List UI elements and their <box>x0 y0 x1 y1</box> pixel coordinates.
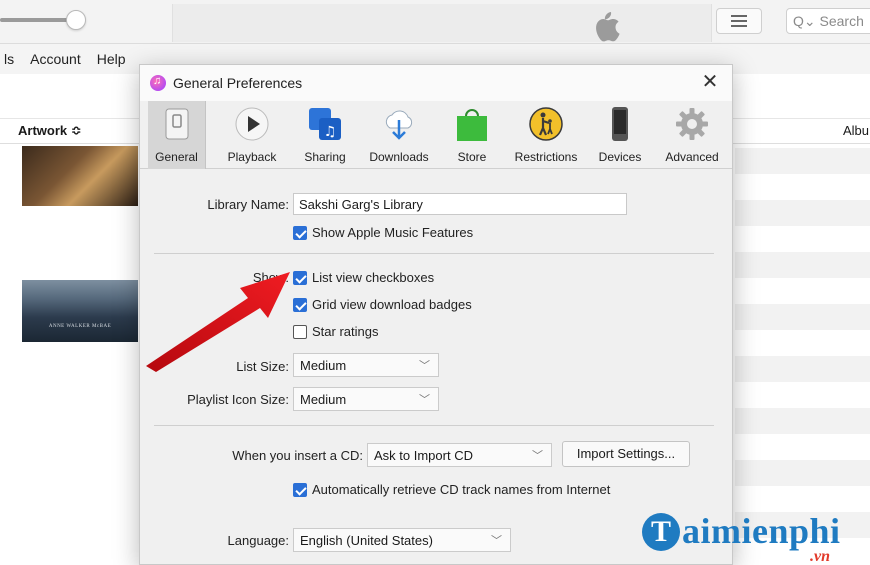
tab-downloads-label: Downloads <box>369 150 429 164</box>
checkbox-checked-icon <box>293 482 307 497</box>
close-button[interactable]: ✕ <box>698 71 722 95</box>
insert-cd-label: When you insert a CD: <box>232 448 363 463</box>
chevron-down-icon: ﹀ <box>419 394 430 406</box>
library-name-field[interactable]: Sakshi Garg's Library <box>293 193 627 215</box>
store-bag-icon <box>457 109 487 141</box>
search-icon: Q⌄ <box>793 13 820 29</box>
insert-cd-select[interactable]: Ask to Import CD ﹀ <box>367 443 552 467</box>
tab-devices[interactable]: Devices <box>594 101 646 169</box>
star-ratings-checkbox[interactable]: Star ratings <box>293 324 378 339</box>
sharing-music-icon: ♫ <box>309 108 341 140</box>
checkbox-checked-icon <box>293 225 307 240</box>
preferences-tab-bar: General Playback ♫ Sharing Downloads Sto… <box>140 101 732 169</box>
separator <box>154 253 714 254</box>
star-ratings-label: Star ratings <box>312 324 379 339</box>
chevron-down-icon: ﹀ <box>419 360 430 372</box>
tab-devices-label: Devices <box>598 150 642 164</box>
show-apple-music-label: Show Apple Music Features <box>312 225 474 240</box>
apple-logo-icon <box>596 11 620 42</box>
insert-cd-value: Ask to Import CD <box>374 448 473 463</box>
playlist-icon-size-value: Medium <box>300 392 347 407</box>
itunes-toolbar: Q⌄ Search <box>0 0 870 44</box>
column-album[interactable]: Albu <box>843 123 869 138</box>
chevron-down-icon: ﹀ <box>532 450 543 462</box>
library-name-label: Library Name: <box>207 197 289 212</box>
dialog-titlebar: General Preferences ✕ <box>140 65 732 101</box>
auto-retrieve-cd-names-checkbox[interactable]: Automatically retrieve CD track names fr… <box>293 482 610 497</box>
list-size-value: Medium <box>300 358 347 373</box>
list-icon <box>731 15 747 27</box>
language-select[interactable]: English (United States) ﹀ <box>293 528 511 552</box>
tab-advanced-label: Advanced <box>665 150 719 164</box>
menu-help[interactable]: Help <box>89 46 134 74</box>
tab-sharing-label: Sharing <box>304 150 346 164</box>
list-row <box>735 200 870 226</box>
taimienphi-watermark-logo: T aimienphi .vn <box>638 508 870 565</box>
column-artwork[interactable]: Artwork ≎ <box>18 123 82 139</box>
tab-playback[interactable]: Playback <box>220 101 284 169</box>
grid-view-badges-checkbox[interactable]: Grid view download badges <box>293 297 472 312</box>
volume-slider-knob[interactable] <box>66 10 86 30</box>
watermark-suffix: .vn <box>810 548 830 565</box>
playlist-icon-size-select[interactable]: Medium ﹀ <box>293 387 439 411</box>
list-row <box>735 304 870 330</box>
auto-retrieve-cd-names-label: Automatically retrieve CD track names fr… <box>312 482 611 497</box>
tab-general[interactable]: General <box>148 101 206 169</box>
album-artwork-1[interactable] <box>22 146 138 206</box>
grid-view-badges-label: Grid view download badges <box>312 297 472 312</box>
tab-general-label: General <box>155 150 198 164</box>
parental-restrictions-icon <box>529 107 563 141</box>
playlist-icon-size-label: Playlist Icon Size: <box>187 392 289 407</box>
tab-store-label: Store <box>457 150 487 164</box>
language-value: English (United States) <box>300 533 433 548</box>
list-view-checkboxes-checkbox[interactable]: List view checkboxes <box>293 270 434 285</box>
red-arrow-annotation <box>146 272 290 372</box>
download-cloud-icon <box>385 110 413 140</box>
tab-sharing[interactable]: ♫ Sharing <box>296 101 354 169</box>
search-input[interactable]: Q⌄ Search <box>786 8 870 34</box>
language-label: Language: <box>227 533 289 548</box>
tab-playback-label: Playback <box>227 150 277 164</box>
tab-restrictions-label: Restrictions <box>514 150 578 164</box>
general-switch-icon <box>165 108 188 140</box>
menu-account[interactable]: Account <box>22 46 89 74</box>
list-row <box>735 408 870 434</box>
list-view-checkboxes-label: List view checkboxes <box>312 270 435 285</box>
list-row <box>735 252 870 278</box>
search-placeholder: Search <box>819 13 864 29</box>
svg-text:♫: ♫ <box>324 124 337 140</box>
watermark-text: aimienphi <box>682 511 841 551</box>
dialog-title: General Preferences <box>173 75 303 91</box>
album-artwork-2-caption: ANNE WALKER McBAE <box>48 324 112 329</box>
tab-store[interactable]: Store <box>446 101 498 169</box>
list-row <box>735 148 870 174</box>
watermark-letter: T <box>642 513 680 551</box>
tab-advanced[interactable]: Advanced <box>658 101 726 169</box>
show-apple-music-checkbox[interactable]: Show Apple Music Features <box>293 225 473 240</box>
list-row <box>735 460 870 486</box>
tab-downloads[interactable]: Downloads <box>362 101 436 169</box>
itunes-app-icon <box>150 75 166 91</box>
import-settings-button[interactable]: Import Settings... <box>562 441 690 467</box>
now-playing-display <box>172 4 712 42</box>
play-icon <box>235 107 269 141</box>
list-view-button[interactable] <box>716 8 762 34</box>
album-artwork-2[interactable]: ANNE WALKER McBAE <box>22 280 138 342</box>
list-size-select[interactable]: Medium ﹀ <box>293 353 439 377</box>
chevron-down-icon: ﹀ <box>491 535 502 547</box>
separator <box>154 425 714 426</box>
menu-tools[interactable]: ls <box>0 46 22 74</box>
device-phone-icon <box>612 107 628 141</box>
gear-icon <box>676 108 708 140</box>
list-row <box>735 356 870 382</box>
tab-restrictions[interactable]: Restrictions <box>508 101 584 169</box>
